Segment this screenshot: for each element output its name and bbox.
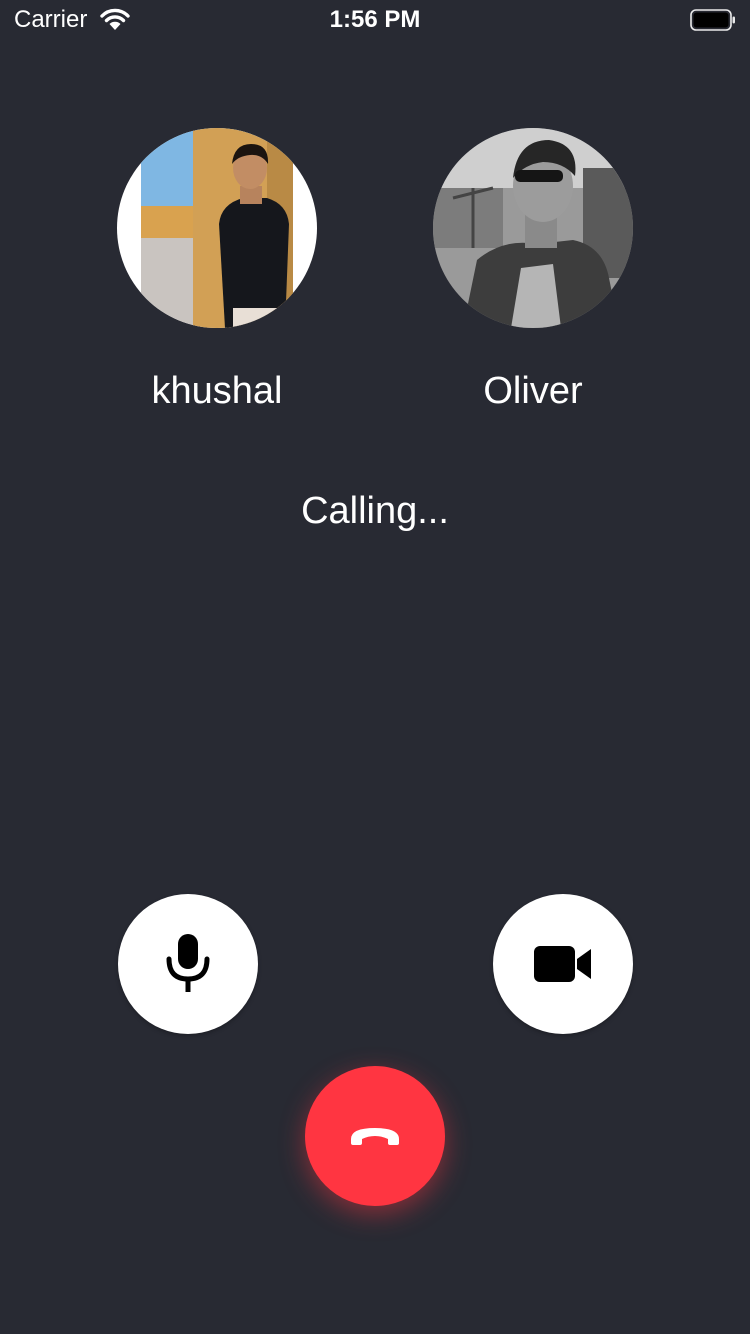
participant-name-oliver: Oliver: [483, 370, 583, 412]
end-call-button[interactable]: [305, 1066, 445, 1206]
microphone-icon: [166, 934, 210, 992]
call-status-label: Calling...: [301, 490, 449, 532]
user-photo-avatar: [433, 128, 633, 328]
battery-full-icon: [690, 9, 735, 31]
participant-name-khushal: khushal: [151, 370, 283, 412]
participant-avatar-khushal: [117, 128, 317, 328]
phone-hangup-icon: [351, 1128, 399, 1145]
toggle-video-button[interactable]: [493, 894, 633, 1034]
status-time: 1:56 PM: [329, 6, 421, 33]
user-photo-avatar: [117, 128, 317, 328]
status-bar: Carrier 1:56 PM: [0, 0, 750, 40]
video-camera-icon: [534, 946, 591, 982]
mute-microphone-button[interactable]: [118, 894, 258, 1034]
participant-avatar-oliver: [433, 128, 633, 328]
